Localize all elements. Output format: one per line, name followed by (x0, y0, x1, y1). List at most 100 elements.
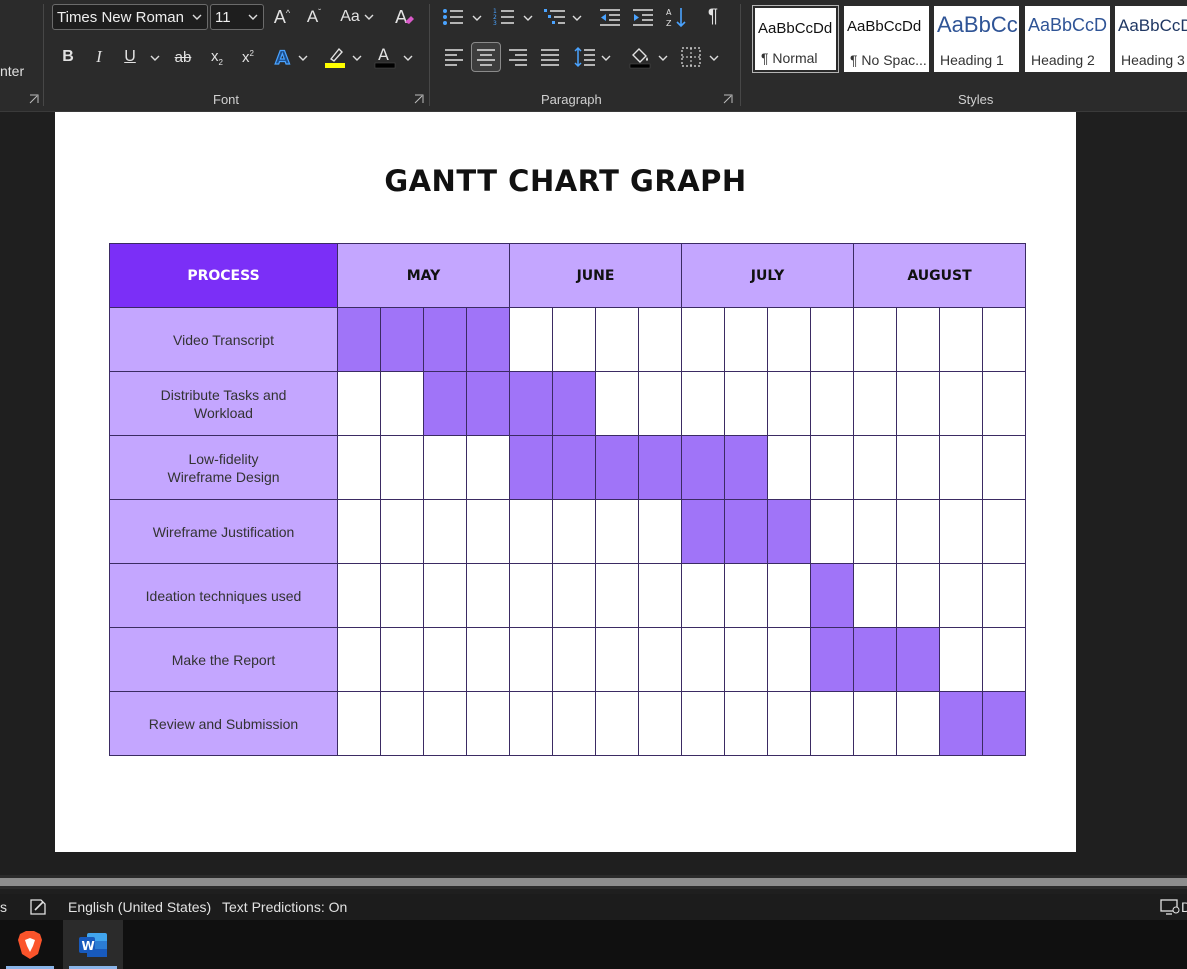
task-label[interactable]: Make the Report (109, 627, 338, 692)
chevron-down-icon[interactable] (472, 13, 482, 23)
gantt-cell[interactable] (982, 563, 1026, 628)
gantt-cell[interactable] (810, 691, 854, 756)
task-label[interactable]: Ideation techniques used (109, 563, 338, 628)
gantt-cell[interactable] (337, 563, 381, 628)
gantt-cell[interactable] (509, 627, 553, 692)
gantt-cell[interactable] (466, 627, 510, 692)
font-name-combo[interactable]: Times New Roman (52, 4, 208, 30)
proofing-icon[interactable] (29, 898, 47, 919)
font-dialog-launcher[interactable] (414, 94, 424, 104)
gantt-cell[interactable] (896, 499, 940, 564)
gantt-cell[interactable] (466, 563, 510, 628)
gantt-bar-cell[interactable] (939, 691, 983, 756)
grow-font-button[interactable]: A^ (270, 4, 294, 30)
task-label[interactable]: Distribute Tasks and Workload (109, 371, 338, 436)
gantt-cell[interactable] (724, 307, 768, 372)
display-settings-icon[interactable] (1160, 898, 1182, 919)
gantt-cell[interactable] (681, 307, 725, 372)
gantt-cell[interactable] (896, 691, 940, 756)
gantt-cell[interactable] (724, 627, 768, 692)
gantt-cell[interactable] (509, 307, 553, 372)
style-heading-1[interactable]: AaBbCc Heading 1 (934, 6, 1019, 72)
gantt-bar-cell[interactable] (466, 307, 510, 372)
gantt-cell[interactable] (681, 371, 725, 436)
chevron-down-icon[interactable] (572, 13, 582, 23)
gantt-cell[interactable] (638, 627, 682, 692)
gantt-cell[interactable] (810, 307, 854, 372)
style-heading-2[interactable]: AaBbCcD Heading 2 (1025, 6, 1110, 72)
chevron-down-icon[interactable] (298, 53, 308, 63)
bullets-button[interactable] (440, 4, 466, 30)
month-header-july[interactable]: JULY (681, 243, 854, 308)
gantt-cell[interactable] (509, 499, 553, 564)
gantt-cell[interactable] (423, 499, 467, 564)
gantt-cell[interactable] (853, 499, 897, 564)
gantt-bar-cell[interactable] (595, 435, 639, 500)
font-size-combo[interactable]: 11 (210, 4, 264, 30)
gantt-cell[interactable] (423, 435, 467, 500)
strikethrough-button[interactable]: ab (170, 44, 196, 70)
multilevel-list-button[interactable] (542, 4, 568, 30)
gantt-cell[interactable] (853, 371, 897, 436)
gantt-cell[interactable] (337, 371, 381, 436)
show-formatting-marks-button[interactable]: ¶ (701, 4, 725, 30)
process-header[interactable]: PROCESS (109, 243, 338, 308)
borders-button[interactable] (678, 44, 704, 70)
gantt-cell[interactable] (810, 499, 854, 564)
gantt-cell[interactable] (939, 627, 983, 692)
shrink-font-button[interactable]: Aˇ (302, 4, 326, 30)
status-partial-left[interactable]: s (0, 899, 7, 915)
gantt-bar-cell[interactable] (552, 371, 596, 436)
gantt-cell[interactable] (337, 435, 381, 500)
gantt-bar-cell[interactable] (896, 627, 940, 692)
gantt-cell[interactable] (638, 691, 682, 756)
gantt-cell[interactable] (853, 691, 897, 756)
justify-button[interactable] (537, 44, 563, 70)
gantt-cell[interactable] (939, 307, 983, 372)
line-spacing-button[interactable] (572, 44, 598, 70)
gantt-cell[interactable] (552, 499, 596, 564)
gantt-cell[interactable] (810, 435, 854, 500)
gantt-cell[interactable] (638, 307, 682, 372)
gantt-cell[interactable] (896, 371, 940, 436)
superscript-button[interactable]: x2 (236, 44, 260, 70)
task-label[interactable]: Low-fidelity Wireframe Design (109, 435, 338, 500)
status-partial-right[interactable]: D (1181, 899, 1187, 915)
gantt-cell[interactable] (853, 563, 897, 628)
clear-formatting-button[interactable]: A (391, 4, 417, 30)
gantt-cell[interactable] (853, 435, 897, 500)
scrollbar-thumb[interactable] (0, 878, 1187, 886)
gantt-cell[interactable] (767, 307, 811, 372)
shading-button[interactable] (627, 44, 653, 70)
gantt-bar-cell[interactable] (509, 371, 553, 436)
align-center-button[interactable] (471, 42, 501, 72)
gantt-bar-cell[interactable] (509, 435, 553, 500)
gantt-cell[interactable] (380, 435, 424, 500)
gantt-cell[interactable] (595, 627, 639, 692)
italic-button[interactable]: I (88, 44, 110, 70)
gantt-cell[interactable] (380, 627, 424, 692)
chevron-down-icon[interactable] (403, 53, 413, 63)
subscript-button[interactable]: x2 (205, 44, 229, 70)
gantt-cell[interactable] (681, 691, 725, 756)
gantt-cell[interactable] (380, 371, 424, 436)
chevron-down-icon[interactable] (658, 53, 668, 63)
gantt-cell[interactable] (595, 499, 639, 564)
gantt-bar-cell[interactable] (681, 435, 725, 500)
gantt-cell[interactable] (466, 435, 510, 500)
gantt-cell[interactable] (939, 435, 983, 500)
gantt-bar-cell[interactable] (767, 499, 811, 564)
gantt-bar-cell[interactable] (380, 307, 424, 372)
style-no-spacing[interactable]: AaBbCcDd ¶ No Spac... (844, 6, 929, 72)
gantt-table[interactable]: PROCESS MAY JUNE JULY AUGUST Video Trans… (109, 243, 1026, 756)
gantt-cell[interactable] (595, 307, 639, 372)
gantt-cell[interactable] (595, 371, 639, 436)
horizontal-scrollbar[interactable] (0, 875, 1187, 889)
gantt-cell[interactable] (380, 563, 424, 628)
gantt-cell[interactable] (982, 307, 1026, 372)
chevron-down-icon[interactable] (523, 13, 533, 23)
gantt-bar-cell[interactable] (724, 499, 768, 564)
gantt-bar-cell[interactable] (552, 435, 596, 500)
gantt-bar-cell[interactable] (853, 627, 897, 692)
gantt-cell[interactable] (939, 371, 983, 436)
